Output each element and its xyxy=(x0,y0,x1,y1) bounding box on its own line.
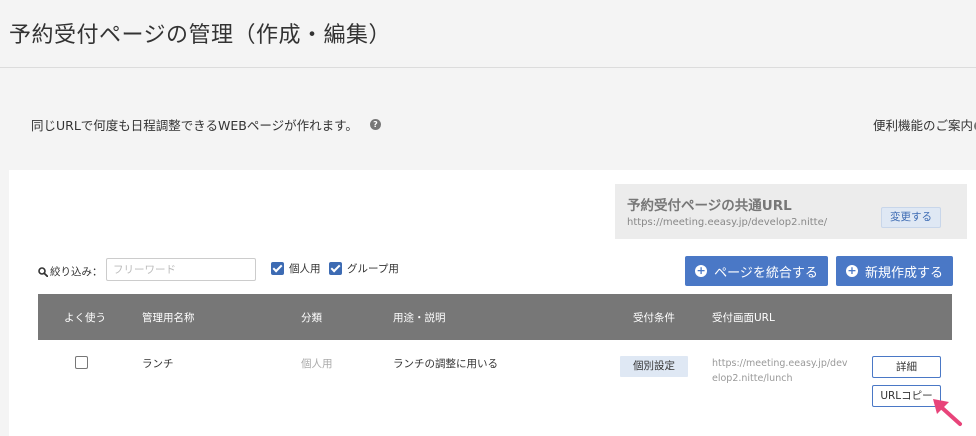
page-header: 予約受付ページの管理（作成・編集） xyxy=(0,0,976,68)
group-label: グループ用 xyxy=(347,263,399,275)
row-category: 個人用 xyxy=(301,358,333,370)
row-name: ランチ xyxy=(142,358,174,370)
plus-circle-icon: + xyxy=(845,264,858,277)
main-panel: 予約受付ページの共通URL https://meeting.eeasy.jp/d… xyxy=(9,170,976,436)
personal-checkbox[interactable] xyxy=(271,262,284,275)
question-circle-icon[interactable]: ? xyxy=(369,119,381,130)
merge-pages-label: ページを統合する xyxy=(714,265,818,281)
detail-button[interactable]: 詳細 xyxy=(872,356,941,378)
column-condition: 受付条件 xyxy=(633,312,675,324)
table-row: ランチ 個人用 ランチの調整に用いる 個別設定 https://meeting.… xyxy=(38,340,952,436)
column-category: 分類 xyxy=(301,312,322,324)
filter-personal[interactable]: 個人用 xyxy=(271,261,321,276)
table-header: よく使う 管理用名称 分類 用途・説明 受付条件 受付画面URL xyxy=(38,294,952,340)
column-url: 受付画面URL xyxy=(712,312,775,324)
row-url: https://meeting.eeasy.jp/develop2.nitte/… xyxy=(712,358,848,384)
favorite-checkbox[interactable] xyxy=(75,356,88,369)
merge-pages-button[interactable]: + ページを統合する xyxy=(685,256,828,286)
row-description: ランチの調整に用いる xyxy=(393,358,498,370)
plus-circle-icon: + xyxy=(695,264,708,277)
guide-link[interactable]: 便利機能のご案内 xyxy=(873,115,976,134)
change-url-button[interactable]: 変更する xyxy=(881,207,941,228)
pointer-arrow-icon xyxy=(933,399,962,426)
group-checkbox[interactable] xyxy=(329,262,342,275)
intro-text: 同じURLで何度も日程調整できるWEBページが作れます。 ? xyxy=(31,115,381,134)
column-description: 用途・説明 xyxy=(393,312,446,324)
filter-group[interactable]: グループ用 xyxy=(329,261,399,276)
personal-label: 個人用 xyxy=(289,263,321,275)
common-url-value: https://meeting.eeasy.jp/develop2.nitte/ xyxy=(627,217,828,228)
page-title: 予約受付ページの管理（作成・編集） xyxy=(9,23,392,48)
create-new-button[interactable]: + 新規作成する xyxy=(836,256,953,286)
condition-badge: 個別設定 xyxy=(620,356,688,377)
column-name: 管理用名称 xyxy=(142,312,195,324)
common-url-title: 予約受付ページの共通URL xyxy=(627,198,792,214)
common-url-box: 予約受付ページの共通URL https://meeting.eeasy.jp/d… xyxy=(615,184,967,239)
column-favorite: よく使う xyxy=(64,312,106,324)
search-icon xyxy=(38,266,48,277)
create-new-label: 新規作成する xyxy=(864,265,943,281)
filter-label-text: 絞り込み： xyxy=(50,266,103,278)
filter-label: 絞り込み： xyxy=(38,264,103,279)
guide-link-label: 便利機能のご案内 xyxy=(873,118,974,133)
search-input[interactable] xyxy=(106,258,256,281)
intro-label: 同じURLで何度も日程調整できるWEBページが作れます。 xyxy=(31,118,358,133)
